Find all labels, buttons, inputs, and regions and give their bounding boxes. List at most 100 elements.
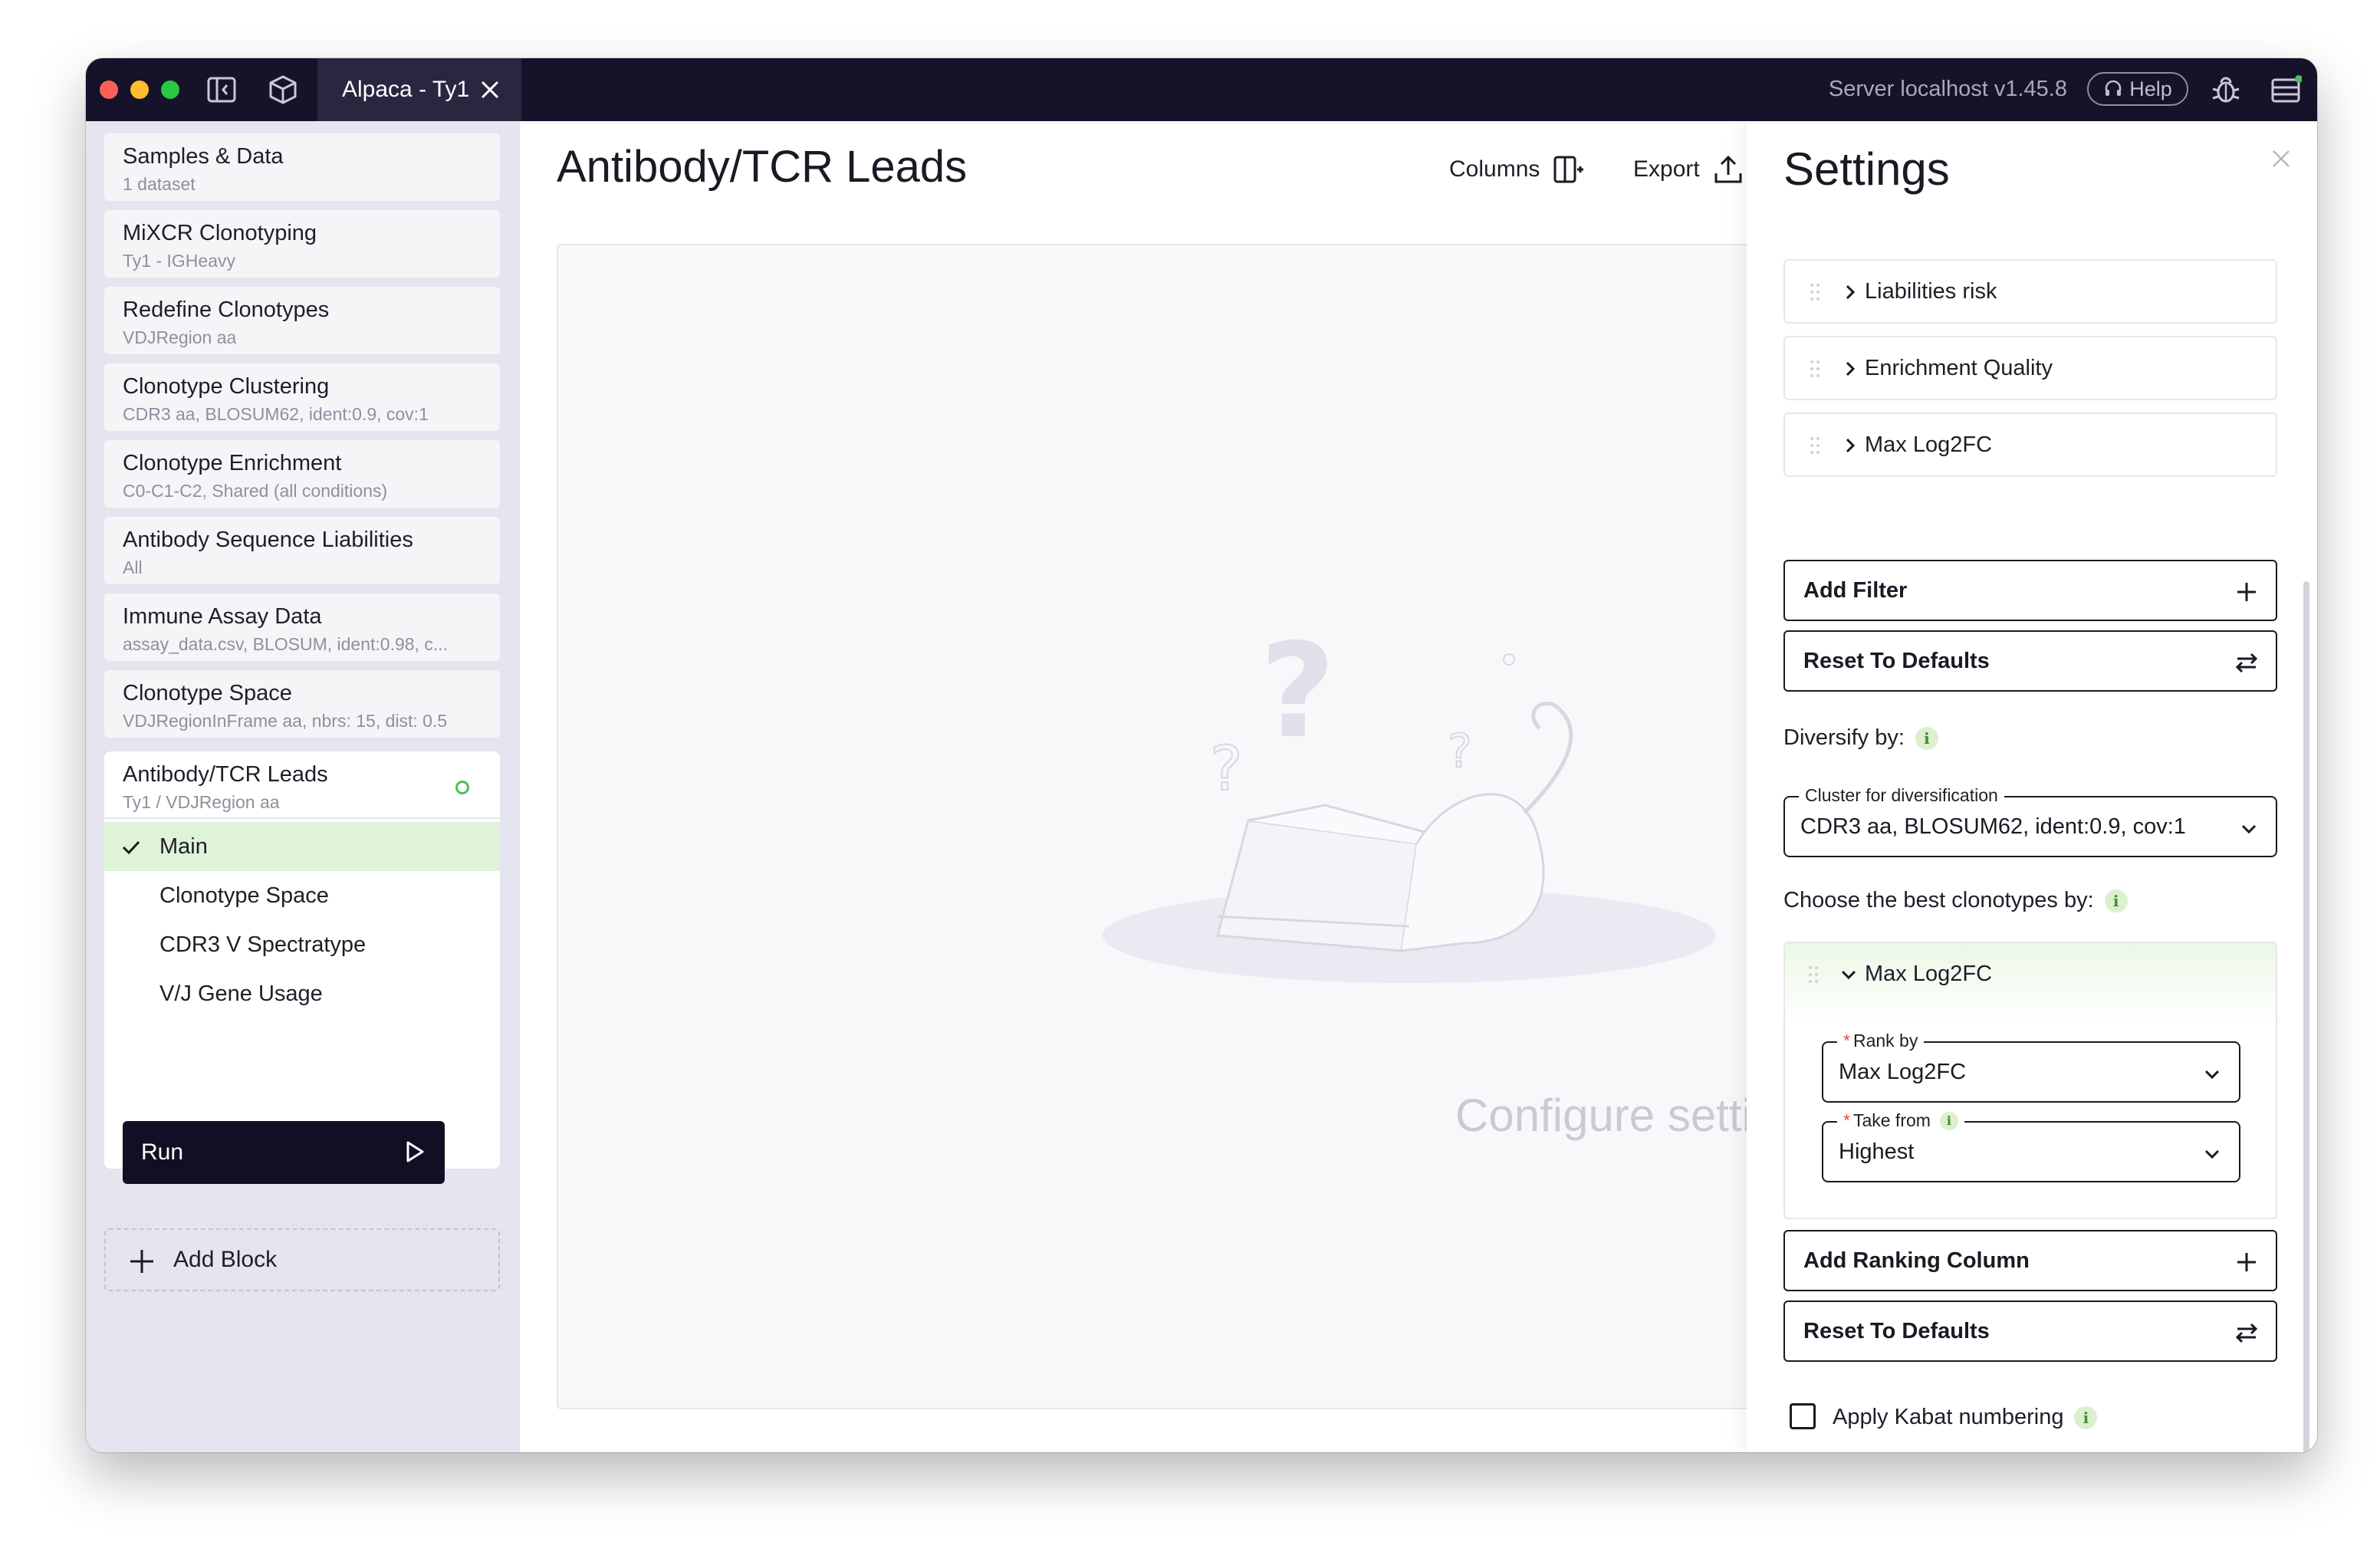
add-filter-label: Add Filter [1803, 577, 1908, 603]
server-version: Server localhost v1.45.8 [1828, 77, 2067, 101]
settings-scrollbar[interactable] [2303, 581, 2309, 1452]
filter-liabilities-risk[interactable]: Liabilities risk [1783, 259, 2277, 324]
empty-state-message: Configure settings and click "Run" to se… [1455, 1090, 1747, 1141]
filter-max-log2fc[interactable]: Max Log2FC [1783, 413, 2277, 477]
take-from-text: Take from [1852, 1110, 1931, 1130]
take-from-label: * Take from i [1837, 1110, 1964, 1131]
sidebar-item-cdr3-spectratype[interactable]: CDR3 V Spectratype [104, 920, 500, 969]
sidebar-block-clonotype-enrichment[interactable]: Clonotype Enrichment C0-C1-C2, Shared (a… [104, 440, 500, 508]
filter-enrichment-quality[interactable]: Enrichment Quality [1783, 336, 2277, 400]
cluster-value: CDR3 aa, BLOSUM62, ident:0.9, cov:1 [1800, 814, 2186, 839]
swap-icon [2235, 1323, 2258, 1343]
sidebar-block-clonotype-space[interactable]: Clonotype Space VDJRegionInFrame aa, nbr… [104, 670, 500, 738]
add-block-label: Add Block [173, 1247, 278, 1272]
rank-by-text: Rank by [1852, 1031, 1918, 1051]
sidebar-block-sequence-liabilities[interactable]: Antibody Sequence Liabilities All [104, 517, 500, 584]
sidebar-block-antibody-leads: Antibody/TCR Leads Ty1 / VDJRegion aa Ma… [104, 751, 500, 1169]
minimize-window-button[interactable] [130, 81, 149, 99]
drag-handle-icon[interactable] [1808, 965, 1819, 985]
page-title: Antibody/TCR Leads [557, 142, 968, 192]
sidebar-block-immune-assay-data[interactable]: Immune Assay Data assay_data.csv, BLOSUM… [104, 594, 500, 661]
info-icon[interactable]: i [2074, 1406, 2098, 1429]
run-button[interactable]: Run [123, 1121, 445, 1184]
diversify-text: Diversify by: [1783, 725, 1905, 750]
cluster-select[interactable]: Cluster for diversification CDR3 aa, BLO… [1783, 785, 2277, 857]
close-tab-icon[interactable] [478, 78, 501, 101]
reset-ranking-button[interactable]: Reset To Defaults [1783, 1300, 2277, 1362]
rank-by-select[interactable]: * Rank by Max Log2FC [1822, 1031, 2240, 1103]
ranking-title: Max Log2FC [1865, 962, 1993, 986]
columns-icon [1553, 156, 1584, 183]
rank-by-label: * Rank by [1837, 1031, 1925, 1051]
diversify-label: Diversify by: i [1783, 725, 1938, 751]
settings-title: Settings [1783, 143, 1950, 195]
close-window-button[interactable] [100, 81, 118, 99]
reset-label: Reset To Defaults [1803, 1318, 1990, 1343]
sidebar-block-clonotype-clustering[interactable]: Clonotype Clustering CDR3 aa, BLOSUM62, … [104, 363, 500, 431]
export-button[interactable]: Export [1633, 153, 1744, 186]
server-status-icon[interactable] [2270, 74, 2302, 106]
info-icon[interactable]: i [2104, 889, 2128, 912]
svg-text:?: ? [1448, 725, 1472, 778]
sidebar-block-samples-data[interactable]: Samples & Data 1 dataset [104, 133, 500, 201]
drag-handle-icon[interactable] [1810, 436, 1820, 455]
add-block-button[interactable]: Add Block [104, 1228, 500, 1291]
sidebar-item-label: Clonotype Space [159, 883, 329, 908]
plus-icon [130, 1250, 153, 1273]
block-subtitle: assay_data.csv, BLOSUM, ident:0.98, c... [123, 634, 448, 654]
sidebar-item-vj-gene-usage[interactable]: V/J Gene Usage [104, 969, 500, 1018]
status-indicator [455, 781, 469, 794]
columns-button[interactable]: Columns [1449, 153, 1584, 186]
cube-icon[interactable] [267, 74, 299, 106]
reset-filters-button[interactable]: Reset To Defaults [1783, 630, 2277, 692]
filter-label: Max Log2FC [1865, 432, 1993, 457]
filter-label: Enrichment Quality [1865, 355, 2053, 380]
chevron-right-icon [1846, 284, 1856, 300]
help-button[interactable]: Help [2087, 72, 2188, 106]
kabat-label: Apply Kabat numbering i [1833, 1405, 2098, 1430]
close-icon[interactable] [2270, 147, 2293, 170]
take-from-value: Highest [1839, 1139, 1915, 1164]
kabat-checkbox[interactable] [1790, 1403, 1816, 1429]
drag-handle-icon[interactable] [1810, 282, 1820, 302]
sidebar-item-label: Main [159, 834, 208, 859]
block-subtitle: C0-C1-C2, Shared (all conditions) [123, 481, 388, 501]
active-block-header[interactable]: Antibody/TCR Leads Ty1 / VDJRegion aa [104, 751, 500, 819]
block-subtitle: 1 dataset [123, 174, 196, 194]
tab-title: Alpaca - Ty1 [342, 77, 470, 102]
block-subtitle: Ty1 / VDJRegion aa [123, 792, 280, 812]
export-label: Export [1633, 156, 1700, 182]
block-subtitle: VDJRegionInFrame aa, nbrs: 15, dist: 0.5 [123, 711, 448, 731]
drag-handle-icon[interactable] [1810, 359, 1820, 379]
play-icon [406, 1141, 424, 1162]
info-icon[interactable]: i [1915, 726, 1938, 750]
sidebar-block-mixcr-clonotyping[interactable]: MiXCR Clonotyping Ty1 - IGHeavy [104, 210, 500, 278]
title-bar: Alpaca - Ty1 Server localhost v1.45.8 He… [86, 58, 2317, 121]
results-canvas: ? ? ? [557, 244, 1747, 1409]
kabat-text: Apply Kabat numbering [1833, 1405, 2064, 1429]
chevron-down-icon[interactable] [1839, 965, 1859, 985]
main-content: Antibody/TCR Leads Columns Export Mu [520, 121, 1747, 1452]
take-from-select[interactable]: * Take from i Highest [1822, 1110, 2240, 1182]
block-title: Samples & Data [123, 144, 284, 169]
add-ranking-column-button[interactable]: Add Ranking Column [1783, 1230, 2277, 1291]
settings-panel: Settings Liabilities risk Enrichment Qua… [1747, 121, 2317, 1452]
block-subtitle: All [123, 557, 143, 577]
sidebar-item-clonotype-space[interactable]: Clonotype Space [104, 871, 500, 920]
sidebar-block-redefine-clonotypes[interactable]: Redefine Clonotypes VDJRegion aa [104, 287, 500, 354]
chevron-right-icon [1846, 361, 1856, 376]
rank-by-value: Max Log2FC [1839, 1059, 1967, 1084]
sidebar-toggle-icon[interactable] [205, 74, 238, 106]
bug-icon[interactable] [2210, 74, 2242, 106]
maximize-window-button[interactable] [161, 81, 179, 99]
choose-label: Choose the best clonotypes by: i [1783, 888, 2128, 913]
run-label: Run [141, 1139, 184, 1165]
block-title: Clonotype Clustering [123, 374, 330, 399]
chevron-down-icon [2241, 824, 2257, 834]
info-icon[interactable]: i [1939, 1111, 1958, 1130]
block-title: Antibody/TCR Leads [123, 762, 328, 787]
tab-project[interactable]: Alpaca - Ty1 [317, 58, 521, 121]
add-filter-button[interactable]: Add Filter [1783, 560, 2277, 621]
sidebar-item-main[interactable]: Main [104, 822, 500, 871]
upload-icon [1714, 155, 1742, 183]
